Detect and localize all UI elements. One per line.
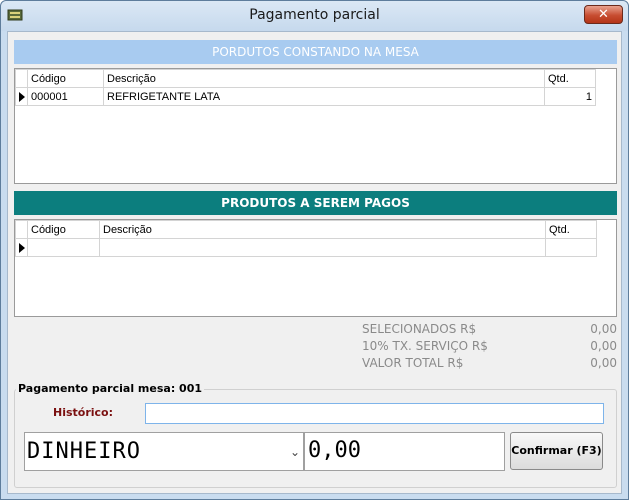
column-header-qtd[interactable]: Qtd.: [545, 220, 597, 239]
payment-method-value: DINHEIRO: [27, 439, 141, 464]
summary-row-selecionados: SELECIONADOS R$ 0,00: [362, 322, 617, 339]
cell-qtd[interactable]: 1: [544, 87, 596, 106]
table-row[interactable]: [15, 238, 597, 257]
row-indicator-header: [15, 69, 28, 88]
summary-row-valor-total: VALOR TOTAL R$ 0,00: [362, 356, 617, 373]
row-indicator: [15, 238, 28, 257]
window-title: Pagamento parcial: [249, 7, 380, 23]
table-header-row: Código Descrição Qtd.: [15, 220, 597, 239]
section-header-mesa: PORDUTOS CONSTANDO NA MESA: [14, 40, 617, 64]
section-header-pagos: PRODUTOS A SEREM PAGOS: [14, 191, 617, 215]
close-icon: ✕: [598, 7, 609, 22]
paid-products-table-grid[interactable]: Código Descrição Qtd.: [14, 219, 617, 317]
column-header-codigo[interactable]: Código: [27, 69, 104, 88]
chevron-down-icon[interactable]: ⌄: [290, 445, 300, 459]
dialog-window: Pagamento parcial ✕ PORDUTOS CONSTANDO N…: [0, 0, 629, 500]
payment-method-select[interactable]: DINHEIRO ⌄: [24, 432, 304, 471]
column-header-codigo[interactable]: Código: [27, 220, 100, 239]
products-table-grid[interactable]: Código Descrição Qtd. 000001 REFRIGETANT…: [14, 68, 617, 184]
table-row[interactable]: 000001 REFRIGETANTE LATA 1: [15, 87, 596, 106]
summary-row-taxa-servico: 10% TX. SERVIÇO R$ 0,00: [362, 339, 617, 356]
cell-descricao[interactable]: [99, 238, 546, 257]
column-header-descricao[interactable]: Descrição: [99, 220, 546, 239]
confirm-button[interactable]: Confirmar (F3): [510, 432, 603, 470]
summary-label: VALOR TOTAL R$: [362, 356, 464, 370]
row-indicator: [15, 87, 28, 106]
payment-group-title: Pagamento parcial mesa: 001: [16, 382, 205, 395]
totals-summary: SELECIONADOS R$ 0,00 10% TX. SERVIÇO R$ …: [362, 322, 617, 373]
row-pointer-icon: [18, 242, 25, 253]
table-header-row: Código Descrição Qtd.: [15, 69, 596, 88]
title-bar[interactable]: Pagamento parcial ✕: [1, 1, 628, 31]
cell-codigo[interactable]: [27, 238, 100, 257]
cell-qtd[interactable]: [545, 238, 597, 257]
historico-label: Histórico:: [53, 406, 114, 419]
summary-value: 0,00: [590, 339, 617, 353]
paid-products-table: Código Descrição Qtd.: [15, 220, 597, 257]
amount-input[interactable]: 0,00: [304, 432, 505, 471]
close-button[interactable]: ✕: [584, 5, 623, 24]
row-pointer-icon: [18, 91, 25, 102]
summary-value: 0,00: [590, 322, 617, 336]
cell-codigo[interactable]: 000001: [27, 87, 104, 106]
historico-input[interactable]: [145, 403, 604, 424]
row-indicator-header: [15, 220, 28, 239]
column-header-descricao[interactable]: Descrição: [103, 69, 545, 88]
dialog-body: PORDUTOS CONSTANDO NA MESA Código Descri…: [7, 31, 622, 494]
summary-value: 0,00: [590, 356, 617, 370]
products-table: Código Descrição Qtd. 000001 REFRIGETANT…: [15, 69, 596, 106]
summary-label: SELECIONADOS R$: [362, 322, 477, 336]
cell-descricao[interactable]: REFRIGETANTE LATA: [103, 87, 545, 106]
column-header-qtd[interactable]: Qtd.: [544, 69, 596, 88]
summary-label: 10% TX. SERVIÇO R$: [362, 339, 488, 353]
